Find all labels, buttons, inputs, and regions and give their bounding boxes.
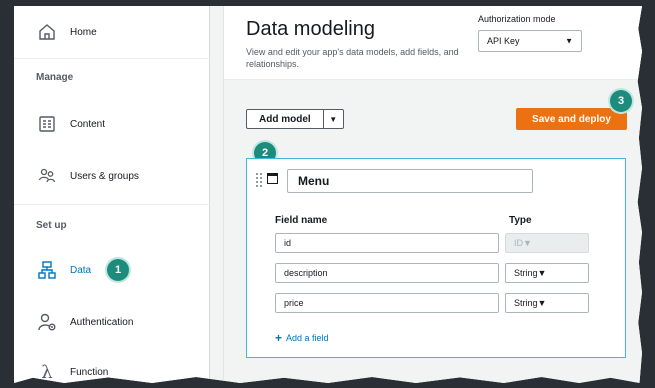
- app-window: Home Manage Content Users & groups Set u…: [14, 6, 642, 383]
- sidebar-item-home[interactable]: Home: [14, 12, 210, 52]
- sidebar-gutter: [210, 6, 224, 383]
- sidebar-item-users-groups[interactable]: Users & groups: [14, 156, 210, 196]
- page-header: Data modeling View and edit your app's d…: [224, 6, 642, 80]
- home-icon: [36, 21, 58, 43]
- sidebar-item-authentication[interactable]: Authentication: [14, 302, 210, 342]
- authorization-mode-value: API Key: [487, 36, 520, 46]
- page-title: Data modeling: [246, 18, 375, 40]
- sidebar-item-label: Home: [70, 26, 97, 38]
- caret-down-icon: ▼: [537, 298, 547, 308]
- model-name-input[interactable]: Menu: [287, 169, 533, 193]
- sidebar-item-label: Users & groups: [70, 170, 139, 182]
- callout-badge-1: 1: [107, 259, 129, 281]
- sidebar-item-label: Authentication: [70, 316, 134, 328]
- section-label-setup: Set up: [36, 220, 67, 231]
- column-header-type: Type: [509, 215, 532, 226]
- sidebar: Home Manage Content Users & groups Set u…: [14, 6, 210, 383]
- add-field-label: Add a field: [286, 333, 329, 343]
- field-type-select: ID ▼: [505, 233, 589, 253]
- users-icon: [36, 165, 58, 187]
- drag-handle-icon[interactable]: [255, 172, 263, 188]
- field-type-value: String: [514, 298, 538, 308]
- add-model-button[interactable]: Add model: [247, 110, 323, 128]
- sidebar-item-label: Data: [70, 264, 92, 276]
- authorization-mode-select[interactable]: API Key ▼: [478, 30, 582, 52]
- callout-badge-3: 3: [610, 90, 632, 112]
- lambda-icon: λ: [41, 361, 53, 383]
- add-model-dropdown[interactable]: ▼: [322, 110, 343, 128]
- sidebar-item-content[interactable]: Content: [14, 104, 210, 144]
- caret-down-icon: ▼: [537, 268, 547, 278]
- plus-icon: +: [275, 331, 283, 345]
- sidebar-item-label: Function: [70, 366, 109, 378]
- field-type-select[interactable]: String ▼: [505, 263, 589, 283]
- field-name-input[interactable]: description: [275, 263, 499, 283]
- save-and-deploy-button[interactable]: Save and deploy: [516, 108, 627, 130]
- model-icon: [267, 173, 278, 184]
- add-model-split-button: Add model ▼: [246, 109, 344, 129]
- caret-down-icon: ▼: [329, 114, 338, 124]
- sidebar-item-label: Content: [70, 118, 106, 130]
- data-icon: [36, 259, 58, 281]
- authentication-icon: [36, 311, 58, 333]
- field-type-value: String: [514, 268, 538, 278]
- column-header-field-name: Field name: [275, 215, 328, 226]
- section-label-manage: Manage: [36, 72, 74, 83]
- field-type-select[interactable]: String ▼: [505, 293, 589, 313]
- page-subtitle: View and edit your app's data models, ad…: [246, 47, 459, 69]
- sidebar-item-function[interactable]: λ Function: [14, 352, 210, 383]
- field-name-input[interactable]: id: [275, 233, 499, 253]
- field-name-input[interactable]: price: [275, 293, 499, 313]
- authorization-mode-label: Authorization mode: [478, 14, 556, 24]
- main-content: Data modeling View and edit your app's d…: [224, 6, 642, 383]
- field-type-value: ID: [514, 238, 523, 248]
- model-card: Menu Field name Type id ID ▼ description…: [246, 158, 626, 358]
- content-icon: [36, 113, 58, 135]
- caret-down-icon: ▼: [523, 238, 532, 248]
- caret-down-icon: ▼: [565, 36, 573, 46]
- add-field-link[interactable]: + Add a field: [275, 331, 329, 345]
